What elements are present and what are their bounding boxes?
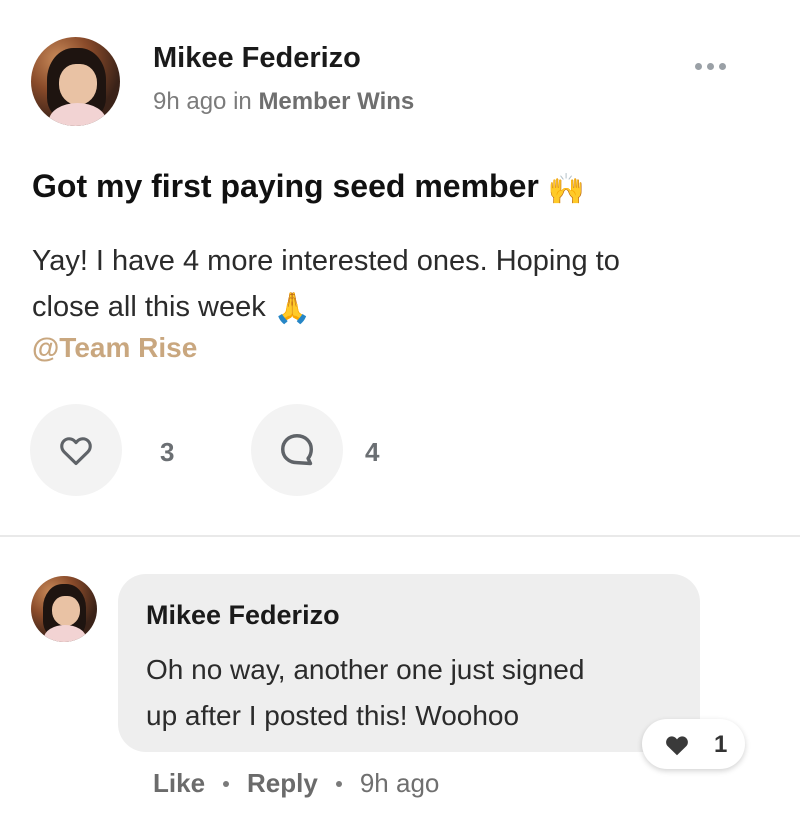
- folded-hands-emoji: 🙏: [273, 292, 312, 325]
- heart-outline-icon: [60, 437, 92, 466]
- separator-dot: [335, 780, 342, 787]
- comment-button[interactable]: [251, 404, 343, 496]
- post-body-line-2: close all this week 🙏: [32, 284, 732, 332]
- post-title: Got my first paying seed member 🙌: [32, 168, 585, 207]
- comment-text-line-2: up after I posted this! Woohoo: [146, 700, 520, 731]
- more-dot: [719, 63, 726, 70]
- more-horizontal-icon: [695, 63, 702, 70]
- post-in-label: in: [233, 88, 252, 115]
- heart-filled-icon: [666, 736, 688, 756]
- more-dot: [707, 63, 714, 70]
- raised-hands-emoji: 🙌: [547, 173, 586, 206]
- author-name[interactable]: Mikee Federizo: [153, 42, 361, 75]
- comment-text: Oh no way, another one just signed up af…: [146, 647, 686, 739]
- comment-reply-button[interactable]: Reply: [247, 768, 318, 799]
- commenter-avatar[interactable]: [31, 576, 97, 642]
- more-options-button[interactable]: [690, 52, 730, 80]
- mention-link[interactable]: @Team Rise: [32, 332, 197, 364]
- post-meta: 9h ago in Member Wins: [153, 88, 414, 116]
- post-body-line: Yay! I have 4 more interested ones. Hopi…: [32, 245, 620, 277]
- comment-count: 4: [365, 437, 380, 467]
- comment-text-line: Oh no way, another one just signed: [146, 654, 585, 685]
- divider: [0, 535, 800, 537]
- like-button[interactable]: [30, 404, 122, 496]
- comment-like-button[interactable]: Like: [153, 768, 205, 799]
- post-body: Yay! I have 4 more interested ones. Hopi…: [32, 238, 732, 332]
- comment-time: 9h ago: [359, 768, 440, 798]
- author-avatar[interactable]: [31, 37, 120, 126]
- post-time: 9h ago: [153, 88, 227, 115]
- reaction-count: 1: [714, 731, 728, 758]
- community-link[interactable]: Member Wins: [258, 88, 414, 115]
- comment-bubble-icon: [281, 434, 313, 466]
- like-count: 3: [160, 437, 175, 467]
- comment-reactions[interactable]: [642, 719, 745, 769]
- comment-actions: Like Reply 9h ago: [153, 768, 439, 799]
- separator-dot: [223, 780, 230, 787]
- comment-author[interactable]: Mikee Federizo: [146, 600, 340, 631]
- post-title-text: Got my first paying seed member: [32, 168, 539, 204]
- post-body-text: close all this week: [32, 291, 266, 323]
